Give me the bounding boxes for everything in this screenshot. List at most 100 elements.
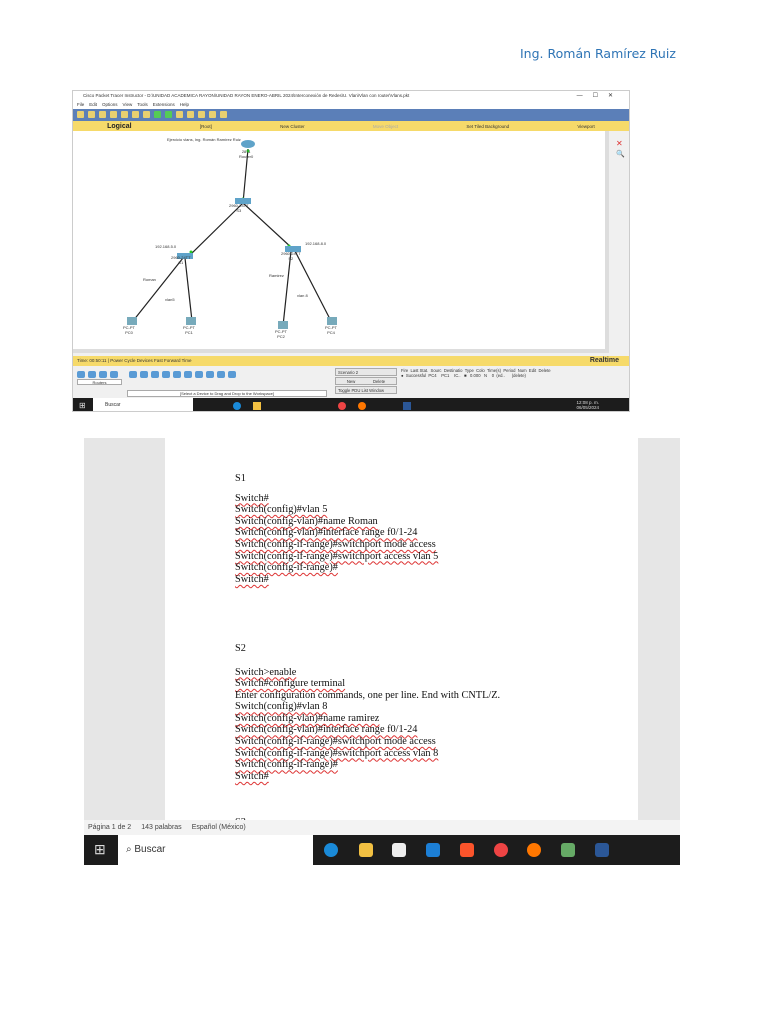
device-model-icon[interactable] — [217, 371, 225, 378]
device-model-icon[interactable] — [206, 371, 214, 378]
packet-tracer-icon[interactable] — [561, 843, 575, 857]
pc1-icon — [186, 317, 196, 325]
device-model-icon[interactable] — [129, 371, 137, 378]
windows-start-icon[interactable]: ⊞ — [94, 841, 106, 858]
vertical-scrollbar[interactable] — [605, 131, 609, 353]
zoom-in-icon[interactable] — [176, 111, 183, 118]
new-icon[interactable] — [77, 111, 84, 118]
menu-file[interactable]: File — [77, 102, 84, 107]
new-scenario-button[interactable]: New — [347, 379, 355, 384]
zoom-out-icon[interactable] — [198, 111, 205, 118]
realtime-mode[interactable]: Realtime — [590, 357, 619, 364]
root-button[interactable]: [Root] — [200, 124, 212, 129]
horizontal-scrollbar[interactable] — [73, 349, 605, 353]
time-actions[interactable]: Power Cycle Devices Fast Forward Time — [110, 358, 191, 363]
pc0-icon — [127, 317, 137, 325]
wireless-category-icon[interactable] — [110, 371, 118, 378]
device-category-label: Routers — [77, 379, 122, 385]
menu-view[interactable]: View — [123, 102, 133, 107]
close-button[interactable]: ✕ — [608, 93, 623, 99]
word-count[interactable]: 143 palabras — [141, 824, 181, 831]
logical-tab[interactable]: Logical — [107, 123, 132, 130]
router-icon — [241, 140, 255, 148]
document-line: Switch(config-if-range)# — [235, 759, 338, 771]
device-model-icon[interactable] — [151, 371, 159, 378]
vlan-name-label-1: Roman — [143, 277, 156, 282]
device-model-icon[interactable] — [228, 371, 236, 378]
word-icon[interactable] — [403, 402, 411, 410]
new-cluster-button[interactable]: New Cluster — [280, 124, 305, 129]
document-line: Switch(config-if-range)# — [235, 562, 338, 574]
wizard-icon[interactable] — [121, 111, 128, 118]
router-category-icon[interactable] — [77, 371, 85, 378]
palette-icon[interactable] — [209, 111, 216, 118]
file-explorer-icon[interactable] — [359, 843, 373, 857]
document-line: Switch>enable — [235, 666, 297, 678]
menu-edit[interactable]: Edit — [89, 102, 97, 107]
menu-options[interactable]: Options — [102, 102, 118, 107]
tiled-background-button[interactable]: Set Tiled Background — [466, 124, 509, 129]
chrome-icon[interactable] — [494, 843, 508, 857]
search-icon: ⌕ — [126, 844, 132, 855]
taskbar-search[interactable]: Buscar — [93, 398, 193, 411]
menu-extensions[interactable]: Extensions — [153, 102, 175, 107]
taskbar-search[interactable]: ⌕ Buscar — [118, 835, 313, 865]
edge-icon[interactable] — [233, 402, 241, 410]
undo-icon[interactable] — [154, 111, 161, 118]
paste-icon[interactable] — [143, 111, 150, 118]
word-icon[interactable] — [595, 843, 609, 857]
device-model-icon[interactable] — [162, 371, 170, 378]
window-title: Cisco Packet Tracer Instructor - D:\UNID… — [73, 91, 629, 101]
maximize-button[interactable]: ☐ — [593, 93, 608, 99]
switch-category-icon[interactable] — [88, 371, 96, 378]
document-line: Switch(config-if-range)#switchport mode … — [235, 736, 436, 748]
document-content: S1 Switch# Switch(config)#vlan 5 Switch(con… — [235, 473, 500, 852]
taskbar: ⊞ ⌕ Buscar — [84, 835, 680, 865]
taskbar: ⊞ Buscar 12:08 p. m. 06/05/2024 — [73, 398, 629, 411]
device-template-icon[interactable] — [220, 111, 227, 118]
minimize-button[interactable]: — — [577, 93, 593, 99]
pdu-table-row[interactable]: ● Successful PC4 PC1 IC.. ■ 0.000 N 0 (e… — [401, 373, 551, 378]
mail-icon[interactable] — [426, 843, 440, 857]
open-icon[interactable] — [88, 111, 95, 118]
vlan-name-label-2: Ramirez — [269, 273, 284, 278]
delete-icon[interactable]: ✕ — [616, 139, 629, 148]
print-icon[interactable] — [110, 111, 117, 118]
page-count[interactable]: Página 1 de 2 — [88, 824, 131, 831]
delete-scenario-button[interactable]: Delete — [373, 379, 385, 384]
zoom-reset-icon[interactable] — [187, 111, 194, 118]
clock[interactable]: 12:08 p. m. 06/05/2024 — [576, 400, 599, 410]
menu-help[interactable]: Help — [180, 102, 189, 107]
device-model-icon[interactable] — [195, 371, 203, 378]
viewport-button[interactable]: Viewport — [577, 124, 594, 129]
redo-icon[interactable] — [165, 111, 172, 118]
document-line: Switch(config-vlan)#name Roman — [235, 515, 378, 527]
store-icon[interactable] — [392, 843, 406, 857]
brave-icon[interactable] — [460, 843, 474, 857]
firefox-icon[interactable] — [358, 402, 366, 410]
menu-tools[interactable]: Tools — [137, 102, 148, 107]
inspect-icon[interactable]: 🔍 — [616, 150, 629, 158]
save-icon[interactable] — [99, 111, 106, 118]
chrome-icon[interactable] — [338, 402, 346, 410]
edge-icon[interactable] — [324, 843, 338, 857]
device-model-icon[interactable] — [184, 371, 192, 378]
device-model-icon[interactable] — [140, 371, 148, 378]
file-explorer-icon[interactable] — [253, 402, 261, 410]
copy-icon[interactable] — [132, 111, 139, 118]
hub-category-icon[interactable] — [99, 371, 107, 378]
language[interactable]: Español (México) — [192, 824, 246, 831]
scenario-select[interactable]: Scenario 2 — [335, 368, 397, 376]
logical-workspace[interactable]: Ejercicio vlans, Ing. Román Ramírez Ruiz… — [73, 131, 605, 353]
firefox-icon[interactable] — [527, 843, 541, 857]
windows-start-icon[interactable]: ⊞ — [79, 401, 86, 410]
link-s1-pc0 — [132, 257, 184, 322]
toggle-pdu-list-button[interactable]: Toggle PDU List Window — [335, 386, 397, 394]
device-model-icon[interactable] — [173, 371, 181, 378]
move-object-button[interactable]: Move Object — [373, 124, 398, 129]
